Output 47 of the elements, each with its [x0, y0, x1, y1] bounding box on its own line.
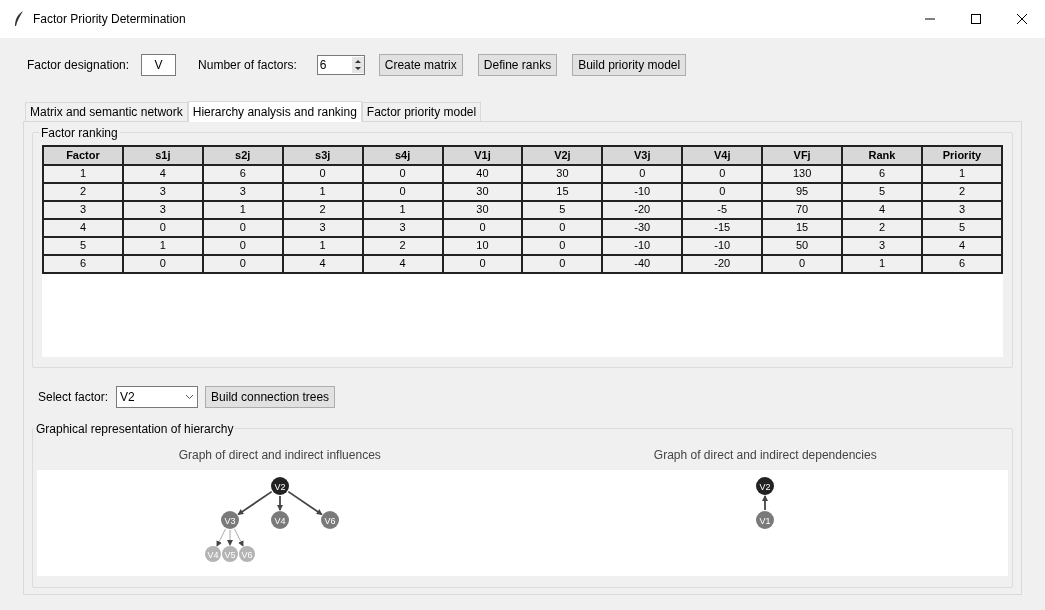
graph-title: Graph of direct and indirect influences — [178, 447, 381, 464]
toolbar-button[interactable]: Build priority model — [572, 54, 687, 76]
column-header: s2j — [202, 146, 283, 165]
graph-title: Graph of direct and indirect dependencies — [653, 447, 877, 464]
arrow — [276, 495, 283, 511]
chevron-down-icon — [185, 394, 195, 400]
maximize-icon — [971, 14, 981, 24]
graph-node: V2 — [756, 477, 775, 495]
tab[interactable]: Hierarchy analysis and ranking — [187, 101, 362, 122]
column-header: V2j — [522, 146, 603, 165]
graph-node: V4 — [270, 511, 289, 529]
window-title: Factor Priority Determination — [33, 11, 186, 28]
tab[interactable]: Matrix and semantic network — [25, 102, 188, 121]
graph-node: V6 — [238, 546, 255, 562]
tab[interactable]: Factor priority model — [361, 102, 482, 121]
column-header: Rank — [842, 146, 922, 165]
spin-arrows-icon — [351, 57, 364, 73]
arrow — [237, 490, 273, 516]
field-label: Factor designation: — [27, 57, 130, 74]
graph-node: V4 — [204, 546, 221, 562]
column-header: Priority — [921, 146, 1002, 165]
graph-node: V3 — [220, 511, 239, 529]
field-label: Number of factors: — [198, 57, 297, 74]
column-header: V1j — [442, 146, 523, 165]
graph-node: V2 — [270, 477, 289, 495]
toolbar-button[interactable]: Define ranks — [477, 54, 558, 76]
column-header: s4j — [362, 146, 443, 165]
field-label: Select factor: — [38, 389, 109, 406]
column-header: s1j — [122, 146, 203, 165]
graph-node: V6 — [320, 511, 339, 529]
factor-dropdown[interactable]: V2 — [116, 386, 199, 408]
graph-node: V5 — [221, 546, 238, 562]
column-header: Factor — [43, 146, 123, 165]
column-header: V3j — [602, 146, 683, 165]
arrow — [287, 490, 323, 516]
close-icon — [1017, 14, 1027, 24]
arrow — [762, 495, 769, 511]
arrow — [216, 528, 226, 547]
column-header: VFj — [762, 146, 843, 165]
feather-icon — [14, 11, 24, 27]
designation-field[interactable]: V — [141, 54, 177, 76]
toolbar-button[interactable]: Create matrix — [378, 54, 463, 76]
column-header: V4j — [682, 146, 763, 165]
graph-node: V1 — [756, 511, 775, 529]
column-header: s3j — [282, 146, 363, 165]
build-trees-button[interactable]: Build connection trees — [205, 386, 336, 408]
spinbox[interactable]: 6 — [316, 55, 365, 75]
